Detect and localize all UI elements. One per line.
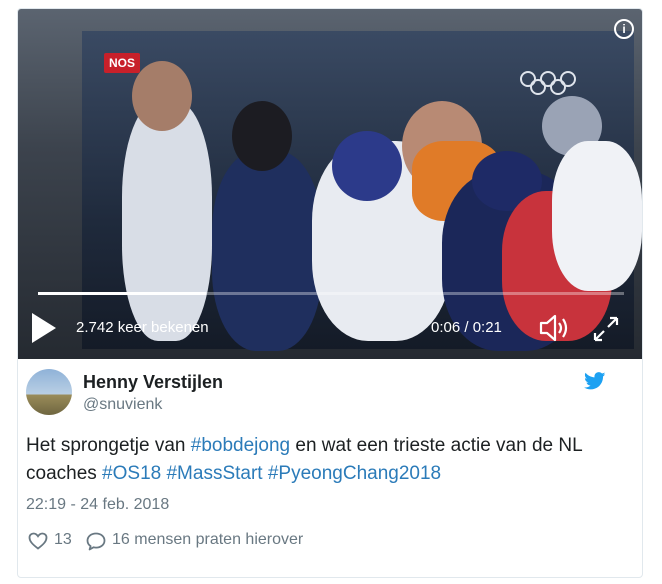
hashtag-pyeongchang2018[interactable]: #PyeongChang2018 — [268, 463, 441, 484]
progress-bar[interactable] — [38, 292, 624, 295]
text-part: Het sprongetje van — [26, 435, 191, 456]
author-name[interactable]: Henny Verstijlen — [83, 372, 223, 393]
video-controls: 2.742 keer bekenen 0:06 / 0:21 — [18, 305, 642, 349]
play-icon[interactable] — [32, 313, 56, 343]
replies-text[interactable]: 16 mensen praten hierover — [112, 531, 303, 549]
video-time: 0:06 / 0:21 — [431, 319, 502, 336]
tweet-text: Het sprongetje van #bobdejong en wat een… — [26, 432, 606, 488]
volume-icon[interactable] — [538, 313, 570, 343]
hashtag-massstart[interactable]: #MassStart — [166, 463, 262, 484]
olympic-rings-icon — [520, 71, 576, 95]
channel-logo: NOS — [104, 53, 140, 73]
tweet-header: Henny Verstijlen @snuvienk — [26, 369, 606, 417]
like-count[interactable]: 13 — [54, 531, 72, 549]
author-handle[interactable]: @snuvienk — [83, 396, 162, 414]
avatar[interactable] — [26, 369, 72, 415]
twitter-bird-icon[interactable] — [584, 372, 606, 390]
progress-fill — [38, 292, 206, 295]
video-player[interactable]: NOS i 2.742 keer bekenen 0:06 / 0:21 — [18, 9, 642, 359]
fullscreen-icon[interactable] — [592, 315, 620, 343]
view-count: 2.742 keer bekenen — [76, 319, 209, 336]
reply-bubble-icon[interactable] — [86, 532, 106, 551]
tweet-date[interactable]: 22:19 - 24 feb. 2018 — [26, 496, 169, 514]
info-icon[interactable]: i — [614, 19, 634, 39]
hashtag-bobdejong[interactable]: #bobdejong — [191, 435, 290, 456]
embedded-tweet: NOS i 2.742 keer bekenen 0:06 / 0:21 — [17, 8, 643, 578]
heart-icon[interactable] — [28, 532, 48, 550]
hashtag-os18[interactable]: #OS18 — [102, 463, 161, 484]
tweet-actions: 13 16 mensen praten hierover — [26, 530, 606, 554]
